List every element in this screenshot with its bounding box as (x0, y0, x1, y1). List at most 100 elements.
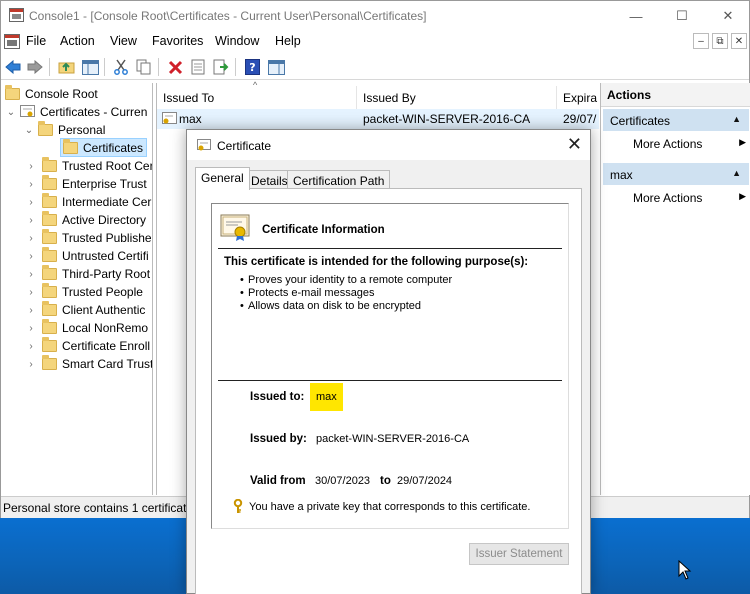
expand-chevron-icon[interactable]: › (25, 215, 37, 226)
tree-item-console-root[interactable]: Console Root (5, 85, 98, 103)
expand-chevron-icon[interactable]: › (25, 197, 37, 208)
key-icon (233, 499, 243, 513)
menu-view[interactable]: View (110, 34, 137, 48)
expand-chevron-icon[interactable]: › (25, 305, 37, 316)
menu-favorites[interactable]: Favorites (152, 34, 203, 48)
more-actions-item[interactable]: More Actions ▶ (633, 137, 748, 151)
copy-icon[interactable] (134, 57, 154, 77)
folder-icon (42, 337, 57, 352)
toolbar-separator (49, 58, 50, 76)
valid-to-value: 29/07/2024 (397, 475, 453, 487)
mdi-minimize-button[interactable]: – (693, 33, 709, 49)
tree-item-folder[interactable]: › Active Directory (25, 211, 146, 229)
export-list-icon[interactable] (211, 57, 231, 77)
collapse-chevron-icon[interactable]: ⌄ (23, 125, 35, 136)
back-arrow-icon[interactable] (3, 57, 23, 77)
tree-item-label: Smart Card Trust (62, 357, 153, 371)
tree-item-folder[interactable]: › Third-Party Root (25, 265, 150, 283)
menu-window[interactable]: Window (215, 34, 259, 48)
expand-chevron-icon[interactable]: › (25, 341, 37, 352)
menu-file[interactable]: File (26, 34, 46, 48)
submenu-arrow-icon: ▶ (739, 191, 746, 201)
table-row[interactable]: max packet-WIN-SERVER-2016-CA 29/07/ (157, 109, 599, 129)
actions-section-max[interactable]: max ▲ (603, 163, 749, 185)
maximize-button[interactable]: ☐ (659, 1, 705, 31)
expand-chevron-icon[interactable]: › (25, 269, 37, 280)
folder-icon (5, 85, 20, 100)
divider (218, 380, 562, 381)
tree-item-folder[interactable]: › Certificate Enroll (25, 337, 150, 355)
tree-item-label: Trusted People (62, 285, 143, 299)
expand-chevron-icon[interactable]: › (25, 161, 37, 172)
issued-to-value: max (310, 383, 343, 411)
close-button[interactable]: ✕ (705, 1, 750, 31)
menu-help[interactable]: Help (275, 34, 301, 48)
expand-chevron-icon[interactable]: › (25, 179, 37, 190)
folder-icon (42, 211, 57, 226)
expand-chevron-icon[interactable]: › (25, 251, 37, 262)
minimize-button[interactable]: — (613, 1, 659, 31)
actions-section-certificates[interactable]: Certificates ▲ (603, 109, 749, 131)
expand-chevron-icon[interactable]: › (25, 323, 37, 334)
tree-item-folder[interactable]: › Trusted People (25, 283, 143, 301)
tab-general[interactable]: General (195, 167, 250, 190)
tree-item-label: Trusted Root Cer (62, 159, 153, 173)
toolbar: ? (1, 54, 749, 80)
expand-chevron-icon[interactable]: › (25, 233, 37, 244)
tree-item-label: Personal (58, 123, 106, 137)
menu-action[interactable]: Action (60, 34, 95, 48)
issuer-statement-button[interactable]: Issuer Statement (469, 543, 569, 565)
more-actions-label: More Actions (633, 191, 703, 205)
expand-chevron-icon[interactable]: › (25, 287, 37, 298)
folder-icon (42, 265, 57, 280)
console-system-menu-icon[interactable] (4, 34, 20, 49)
column-issued-to[interactable]: Issued To (157, 86, 357, 110)
dialog-close-button[interactable]: ✕ (567, 134, 582, 155)
tree-item-label: Untrusted Certifi (62, 249, 149, 263)
toolbar-separator (104, 58, 105, 76)
properties-icon[interactable] (188, 57, 208, 77)
tree-item-folder[interactable]: › Local NonRemo (25, 319, 148, 337)
tree-item-folder[interactable]: › Smart Card Trust (25, 355, 153, 373)
tree-item-folder[interactable]: › Trusted Publishe (25, 229, 152, 247)
tree-item-folder[interactable]: › Enterprise Trust (25, 175, 147, 193)
svg-text:?: ? (249, 61, 255, 74)
show-hide-tree-icon[interactable] (80, 57, 100, 77)
tree-item-certificates-selected[interactable]: Certificates (60, 138, 148, 157)
mdi-controls: – ⧉ ✕ (693, 33, 747, 49)
tree-item-label: Trusted Publishe (62, 231, 152, 245)
section-label: Certificates (610, 114, 671, 128)
tab-certification-path[interactable]: Certification Path (287, 170, 391, 189)
tree-item-label: Client Authentic (62, 303, 146, 317)
more-actions-item[interactable]: More Actions ▶ (633, 191, 748, 205)
folder-icon (63, 138, 78, 154)
mdi-close-button[interactable]: ✕ (731, 33, 747, 49)
expand-chevron-icon[interactable]: › (25, 359, 37, 370)
collapse-chevron-icon[interactable]: ⌄ (5, 107, 17, 118)
intended-purposes-heading: This certificate is intended for the fol… (224, 256, 529, 268)
actions-pane: Actions Certificates ▲ More Actions ▶ ma… (600, 83, 750, 495)
tree-item-certificates-snapin[interactable]: ⌄ Certificates - Curren (5, 103, 147, 121)
up-folder-icon[interactable] (56, 57, 76, 77)
tree-item-personal[interactable]: ⌄ Personal (23, 121, 105, 139)
tree-item-folder[interactable]: › Trusted Root Cer (25, 157, 153, 175)
tree-item-folder[interactable]: › Client Authentic (25, 301, 145, 319)
tree-item-folder[interactable]: › Untrusted Certifi (25, 247, 149, 265)
mouse-cursor-icon (678, 560, 692, 580)
certificate-icon (162, 112, 177, 124)
tree-item-label: Third-Party Root (62, 267, 151, 281)
forward-arrow-icon[interactable] (25, 57, 45, 77)
show-hide-action-pane-icon[interactable] (266, 57, 286, 77)
column-issued-by[interactable]: Issued By (357, 86, 557, 110)
help-icon[interactable]: ? (242, 57, 262, 77)
mmc-app-icon (9, 8, 24, 22)
mdi-restore-button[interactable]: ⧉ (712, 33, 728, 49)
certificate-snapin-icon (20, 105, 35, 117)
delete-icon[interactable] (165, 57, 185, 77)
cut-icon[interactable] (111, 57, 131, 77)
section-label: max (610, 168, 633, 182)
tree-item-folder[interactable]: › Intermediate Cer (25, 193, 151, 211)
dialog-title-bar: Certificate ✕ (187, 130, 590, 160)
column-expiration[interactable]: Expira (557, 86, 599, 110)
general-tab-panel: Certificate Information This certificate… (195, 188, 582, 594)
